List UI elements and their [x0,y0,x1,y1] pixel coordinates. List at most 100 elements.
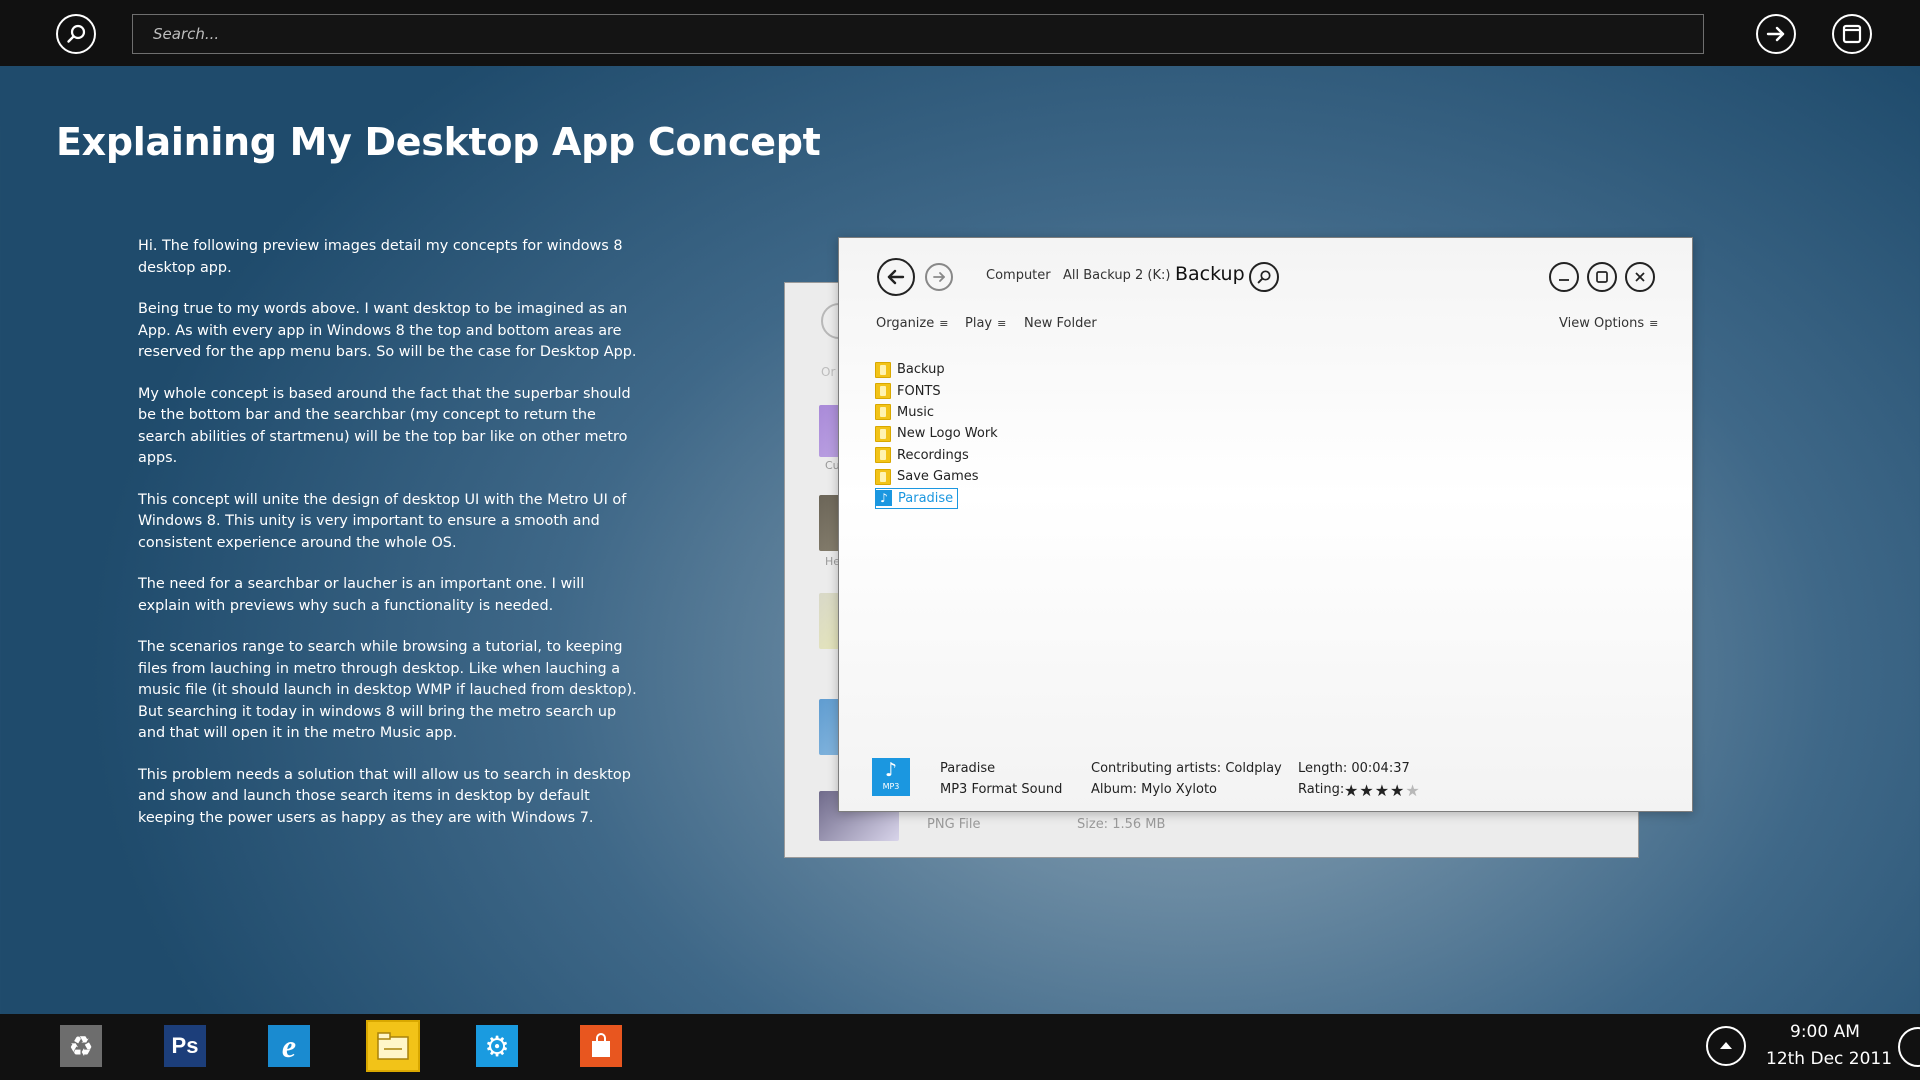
detail-album: Album: Mylo Xyloto [1091,782,1217,797]
gear-icon: ⚙ [484,1029,510,1063]
maximize-icon[interactable] [1587,262,1617,292]
star-icon[interactable]: ★ [1375,781,1390,800]
detail-name: Paradise [940,761,996,776]
window-glyph [1842,24,1862,44]
window-icon[interactable] [1832,14,1872,54]
folder-icon [875,425,891,442]
close-icon[interactable] [1625,262,1655,292]
file-type-tag: MP3 [882,782,900,791]
organize-menu[interactable]: Organize ≡ [876,316,948,331]
minimize-glyph [1559,279,1569,281]
settings-icon[interactable]: ⚙ [476,1025,518,1067]
arrow-right-icon[interactable] [1756,14,1796,54]
list-item-selected[interactable]: ♪ Paradise [875,487,959,509]
power-icon[interactable] [1898,1027,1920,1067]
paragraph: My whole concept is based around the fac… [138,385,631,467]
paragraph: Hi. The following preview images detail … [138,238,623,276]
arrow-right-glyph [1766,26,1785,42]
list-item[interactable]: Backup [875,359,1002,380]
play-label: Play [965,316,993,331]
detail-length: Length: 00:04:37 [1298,761,1410,776]
view-options-label: View Options [1559,316,1645,331]
folder-glyph [377,1032,409,1060]
photoshop-glyph: Ps [171,1033,199,1058]
clock-time[interactable]: 9:00 AM [1790,1022,1860,1042]
paragraph: The scenarios range to search while brow… [138,639,637,741]
show-more-icon[interactable] [1706,1026,1746,1066]
star-icon[interactable]: ★ [1390,781,1405,800]
menu-icon: ≡ [939,317,949,330]
search-glyph [67,24,86,43]
page-title: Explaining My Desktop App Concept [56,120,821,164]
list-item[interactable]: Recordings [875,445,1002,466]
recycle-glyph: ♻ [68,1029,94,1063]
item-label: Backup [897,362,945,378]
list-item[interactable]: Music [875,402,1002,423]
current-folder: Backup [1175,263,1245,285]
top-search-bar [0,0,1920,66]
new-folder-button[interactable]: New Folder [1024,316,1097,331]
article-body: Hi. The following preview images detail … [138,236,638,849]
detail-format: MP3 Format Sound [940,782,1063,797]
paragraph: This problem needs a solution that will … [138,766,631,826]
list-item[interactable]: New Logo Work [875,423,1002,444]
explorer-window[interactable]: Computer All Backup 2 (K:) Backup Organi… [838,237,1693,812]
breadcrumb-computer[interactable]: Computer [986,268,1051,283]
recycle-bin-icon[interactable]: ♻ [60,1025,102,1067]
music-note-icon: ♪ [876,490,892,507]
breadcrumb-drive[interactable]: All Backup 2 (K:) [1063,268,1171,283]
maximize-glyph [1596,271,1608,283]
search-glyph [1257,270,1271,284]
item-label: Paradise [898,490,954,506]
folder-icon [875,468,891,485]
paragraph: Being true to my words above. I want des… [138,301,637,360]
list-item[interactable]: Save Games [875,466,1002,487]
forward-icon[interactable] [925,263,953,291]
photoshop-icon[interactable]: Ps [164,1025,206,1067]
rating-stars[interactable]: ★★★★★ [1344,781,1421,800]
detail-artists: Contributing artists: Coldplay [1091,761,1282,776]
item-label: New Logo Work [897,426,998,442]
folder-icon [875,383,891,400]
back-arrow-glyph [887,269,905,285]
play-menu[interactable]: Play ≡ [965,316,1006,331]
detail-rating-label: Rating: [1298,782,1345,797]
file-type: PNG File [927,817,981,832]
minimize-icon[interactable] [1549,262,1579,292]
star-icon[interactable]: ★ [1344,781,1359,800]
search-input[interactable] [132,14,1704,54]
folder-icon [875,447,891,464]
star-icon[interactable]: ★ [1359,781,1374,800]
internet-explorer-icon[interactable]: e [268,1025,310,1067]
forward-arrow-glyph [933,272,945,282]
organize-label: Or [821,365,836,379]
file-explorer-icon[interactable] [366,1020,420,1072]
item-label: Music [897,404,934,420]
taskbar: ♻ Ps e ⚙ 9:00 AM 12th Dec 2011 [0,1014,1920,1080]
search-icon[interactable] [56,14,96,54]
ie-glyph: e [281,1027,297,1064]
menu-icon: ≡ [997,317,1007,330]
view-options-menu[interactable]: View Options ≡ [1559,316,1658,331]
item-label: Recordings [897,447,969,463]
file-size: Size: 1.56 MB [1077,817,1166,832]
store-icon[interactable] [580,1025,622,1067]
close-glyph [1635,272,1645,282]
triangle-up-glyph [1720,1042,1732,1049]
folder-icon [875,361,891,378]
item-label: Save Games [897,469,979,485]
mp3-file-icon: ♪ MP3 [872,758,910,796]
shopping-bag-glyph [592,1033,610,1057]
back-icon[interactable] [877,258,915,296]
clock-date[interactable]: 12th Dec 2011 [1766,1049,1892,1069]
organize-label: Organize [876,316,935,331]
list-item[interactable]: FONTS [875,380,1002,401]
menu-icon: ≡ [1649,317,1659,330]
search-icon[interactable] [1249,262,1279,292]
music-note-icon: ♪ [884,759,898,781]
star-icon[interactable]: ★ [1405,781,1420,800]
item-label: FONTS [897,383,941,399]
folder-icon [875,404,891,421]
details-pane: ♪ MP3 Paradise MP3 Format Sound Contribu… [839,746,1692,806]
paragraph: The need for a searchbar or laucher is a… [138,576,585,614]
